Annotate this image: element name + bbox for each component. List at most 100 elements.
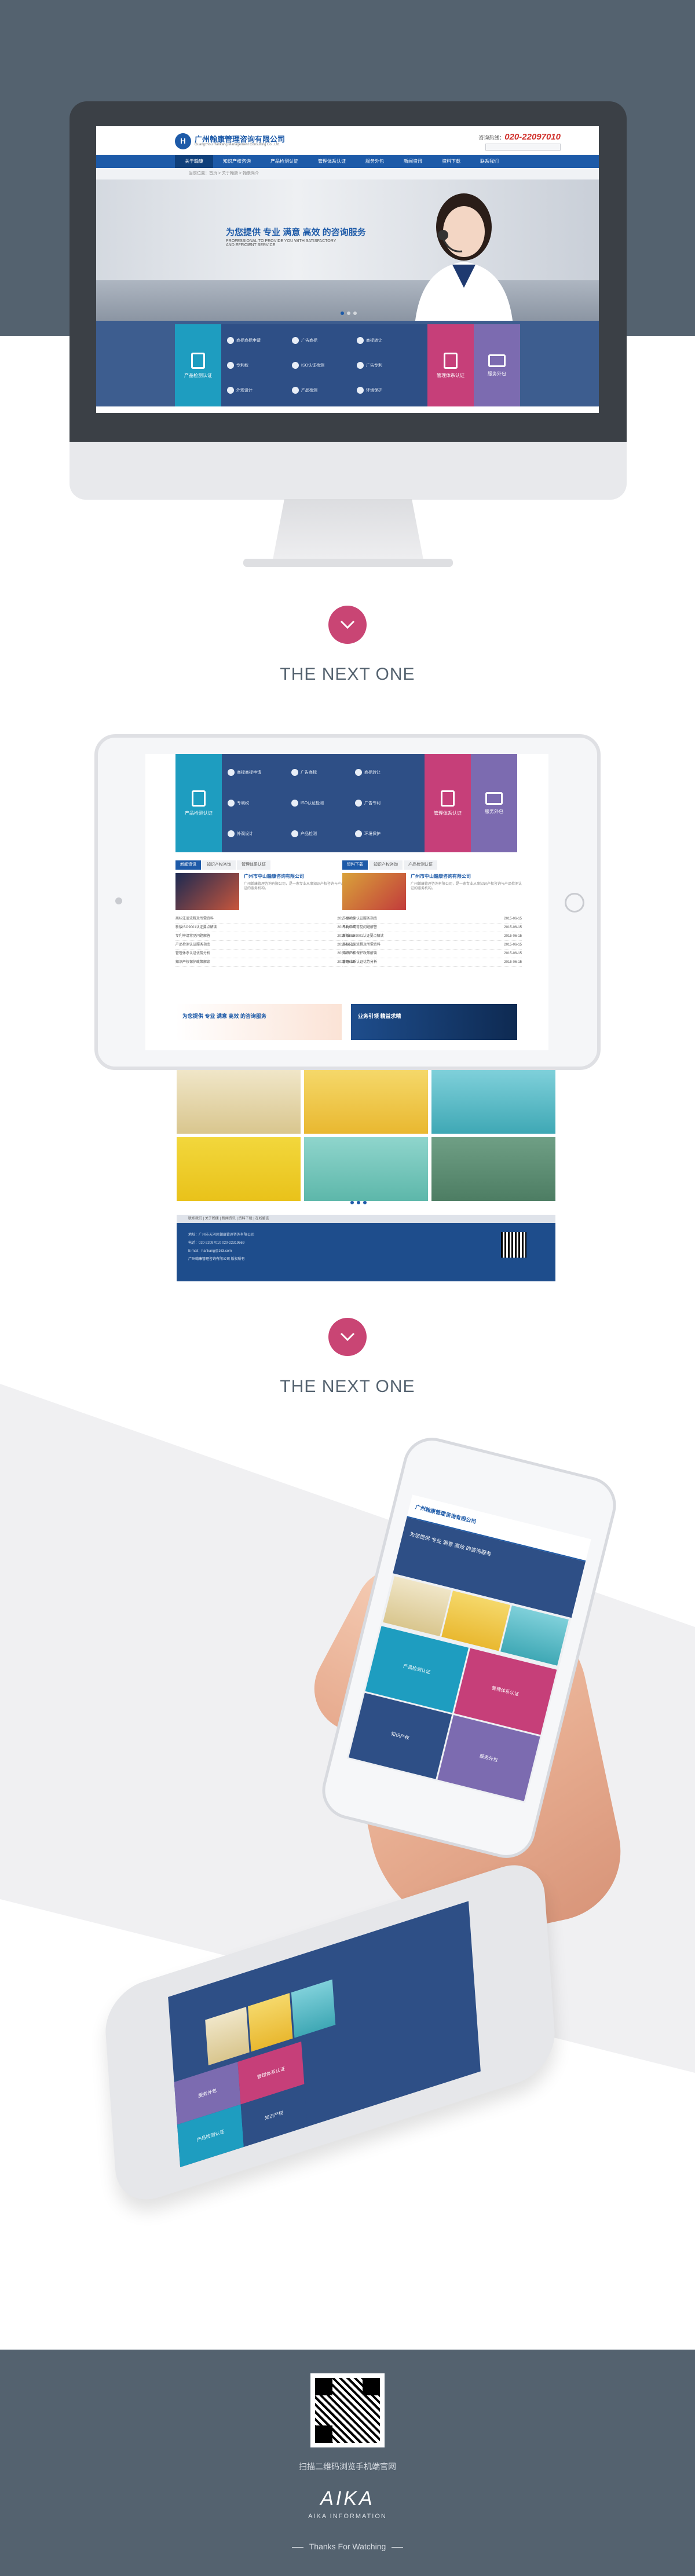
news-section: 新闻资讯 知识产权咨询 管理体系认证 广州市中山翰康咨询有限公司 广州翰康管理咨…: [175, 860, 355, 967]
gallery-photo[interactable]: [431, 1137, 555, 1201]
tab-news[interactable]: 新闻资讯: [175, 860, 201, 870]
tile-outsourcing[interactable]: 服务外包: [474, 324, 520, 406]
service-link[interactable]: 商标转让: [357, 328, 422, 353]
list-item[interactable]: 产品检测认证服务指南 2015-06-15: [175, 941, 355, 950]
nav-item[interactable]: 管理体系认证: [308, 155, 356, 168]
service-link[interactable]: 环境保护: [355, 818, 419, 849]
home-button[interactable]: [565, 893, 584, 913]
service-link[interactable]: 外观设计: [228, 818, 291, 849]
next-chevron-badge[interactable]: [328, 606, 367, 644]
service-icon: [292, 387, 299, 394]
list-item[interactable]: 管理体系认证优势分析 2015-06-15: [342, 958, 522, 967]
photo-grid: [177, 1070, 555, 1201]
list-item[interactable]: 商标注册流程及所需资料 2015-06-15: [342, 941, 522, 950]
tab-product[interactable]: 产品检测认证: [404, 860, 437, 870]
list-item[interactable]: 专利申请常见问题解答 2015-06-15: [175, 932, 355, 941]
service-link[interactable]: 商标商标申请: [228, 757, 291, 788]
service-icon: [357, 336, 364, 344]
service-icon: [227, 361, 234, 369]
tab-downloads[interactable]: 资料下载: [342, 860, 368, 870]
download-thumbnail[interactable]: [342, 873, 406, 910]
clipboard-icon: [441, 790, 455, 807]
gallery-photo[interactable]: [177, 1137, 301, 1201]
tab-management[interactable]: 管理体系认证: [237, 860, 270, 870]
news-tabs: 新闻资讯 知识产权咨询 管理体系认证: [175, 860, 355, 870]
service-link[interactable]: 商标商标申请: [227, 328, 292, 353]
nav-item[interactable]: 服务外包: [356, 155, 394, 168]
download-tabs: 资料下载 知识产权咨询 产品检测认证: [342, 860, 522, 870]
hero-title: 为您提供 专业 满意 高效 的咨询服务: [226, 228, 366, 237]
service-link[interactable]: 广告专利: [357, 353, 422, 378]
download-list: 产品检测认证服务指南 2015-06-15 专利申请常见问题解答 2015-06-1…: [342, 910, 522, 967]
next-caption: THE NEXT ONE: [280, 665, 415, 684]
tile-product-certification[interactable]: 产品检测认证: [175, 324, 221, 406]
nav-item[interactable]: 产品检测认证: [261, 155, 308, 168]
list-item[interactable]: 知识产权保护政策解读 2015-06-15: [175, 958, 355, 967]
list-item[interactable]: 专利申请常见问题解答 2015-06-15: [342, 924, 522, 932]
imac-chin: [70, 442, 627, 500]
list-item[interactable]: 产品检测认证服务指南 2015-06-15: [342, 915, 522, 924]
service-link[interactable]: 广告商标: [292, 328, 357, 353]
tile-main-label: 产品检测认证: [184, 372, 212, 378]
list-item[interactable]: 知识产权保护政策解读 2015-06-15: [342, 950, 522, 958]
nav-item[interactable]: 关于翰康: [175, 155, 213, 168]
tablet-page-continuation: 联系我们 | 关于翰康 | 新闻资讯 | 资料下载 | 在线留言 地址：广州市天…: [177, 1070, 555, 1281]
clipboard-icon: [444, 352, 458, 369]
site-header: H 广州翰康管理咨询有限公司 Guangzhou Hankang Managem…: [96, 126, 599, 155]
service-link[interactable]: 外观设计: [227, 378, 292, 403]
nav-item[interactable]: 资料下载: [432, 155, 470, 168]
gallery-photo[interactable]: [304, 1070, 428, 1134]
search-input[interactable]: [485, 144, 561, 151]
tile-management-certification[interactable]: 管理体系认证: [425, 754, 471, 852]
list-item[interactable]: 商标注册流程及所需资料 2015-06-15: [175, 915, 355, 924]
service-link[interactable]: 广告商标: [291, 757, 355, 788]
promo-banner-business[interactable]: 业务引领 精益求精: [351, 1004, 517, 1040]
next-chevron-badge[interactable]: [328, 1318, 367, 1356]
tile-management-certification[interactable]: 管理体系认证: [427, 324, 474, 406]
service-icon: [227, 336, 234, 344]
service-icon: [292, 336, 299, 344]
tablet-frame: 产品检测认证 商标商标申请 广告商标 商标转让 专利权 ISO认证检测 广告专利…: [94, 734, 601, 1070]
nav-item[interactable]: 新闻资讯: [394, 155, 432, 168]
nav-item[interactable]: 联系我们: [470, 155, 509, 168]
service-link[interactable]: 环境保护: [357, 378, 422, 403]
nav-item[interactable]: 知识产权咨询: [213, 155, 261, 168]
news-thumbnail[interactable]: [175, 873, 239, 910]
gallery-photo[interactable]: [177, 1070, 301, 1134]
service-link[interactable]: 产品检测: [291, 818, 355, 849]
footer-nav[interactable]: 联系我们 | 关于翰康 | 新闻资讯 | 资料下载 | 在线留言: [177, 1215, 555, 1223]
service-link[interactable]: 专利权: [227, 353, 292, 378]
promo-banner-service[interactable]: 为您提供 专业 满意 高效 的咨询服务: [175, 1004, 342, 1040]
tile-product-certification[interactable]: 产品检测认证: [175, 754, 222, 852]
hero-banner: 为您提供 专业 满意 高效 的咨询服务 PROFESSIONAL TO PROV…: [96, 179, 599, 321]
next-caption: THE NEXT ONE: [280, 1377, 415, 1396]
service-link[interactable]: 广告专利: [355, 788, 419, 819]
service-link[interactable]: ISO认证检测: [291, 788, 355, 819]
service-tiles: 产品检测认证 商标商标申请 广告商标 商标转让 专利权 ISO认证检测 广告专利…: [175, 324, 520, 406]
service-icon: [227, 387, 234, 394]
tile-outsourcing[interactable]: 服务外包: [471, 754, 517, 852]
service-link[interactable]: 商标转让: [355, 757, 419, 788]
gallery-photo[interactable]: [431, 1070, 555, 1134]
monitor-icon: [488, 354, 506, 367]
gallery-photo[interactable]: [205, 2006, 250, 2066]
gallery-photo[interactable]: [304, 1137, 428, 1201]
breadcrumb: 当前位置：首页 > 关于翰康 > 翰康简介: [96, 168, 599, 179]
carousel-dots[interactable]: [341, 312, 357, 315]
tab-ip[interactable]: 知识产权咨询: [369, 860, 403, 870]
imac-base: [243, 559, 453, 567]
service-link[interactable]: 专利权: [228, 788, 291, 819]
gallery-dots[interactable]: [350, 1201, 367, 1204]
hotline-number: 020-22097010: [504, 132, 561, 142]
tab-ip[interactable]: 知识产权咨询: [202, 860, 236, 870]
list-item[interactable]: 新版ISO9001认证要点解读 2015-06-15: [342, 932, 522, 941]
service-link[interactable]: 产品检测: [292, 378, 357, 403]
list-item[interactable]: 新版ISO9001认证要点解读 2015-06-15: [175, 924, 355, 932]
qr-code: [310, 2373, 385, 2447]
service-link[interactable]: ISO认证检测: [292, 353, 357, 378]
gallery-photo[interactable]: [248, 1993, 293, 2052]
gallery-photo[interactable]: [291, 1979, 336, 2038]
list-item[interactable]: 管理体系认证优势分析 2015-06-15: [175, 950, 355, 958]
company-logo[interactable]: H: [175, 133, 191, 149]
downloads-section: 资料下载 知识产权咨询 产品检测认证 广州市中山翰康咨询有限公司 广州翰康管理咨…: [342, 860, 522, 967]
